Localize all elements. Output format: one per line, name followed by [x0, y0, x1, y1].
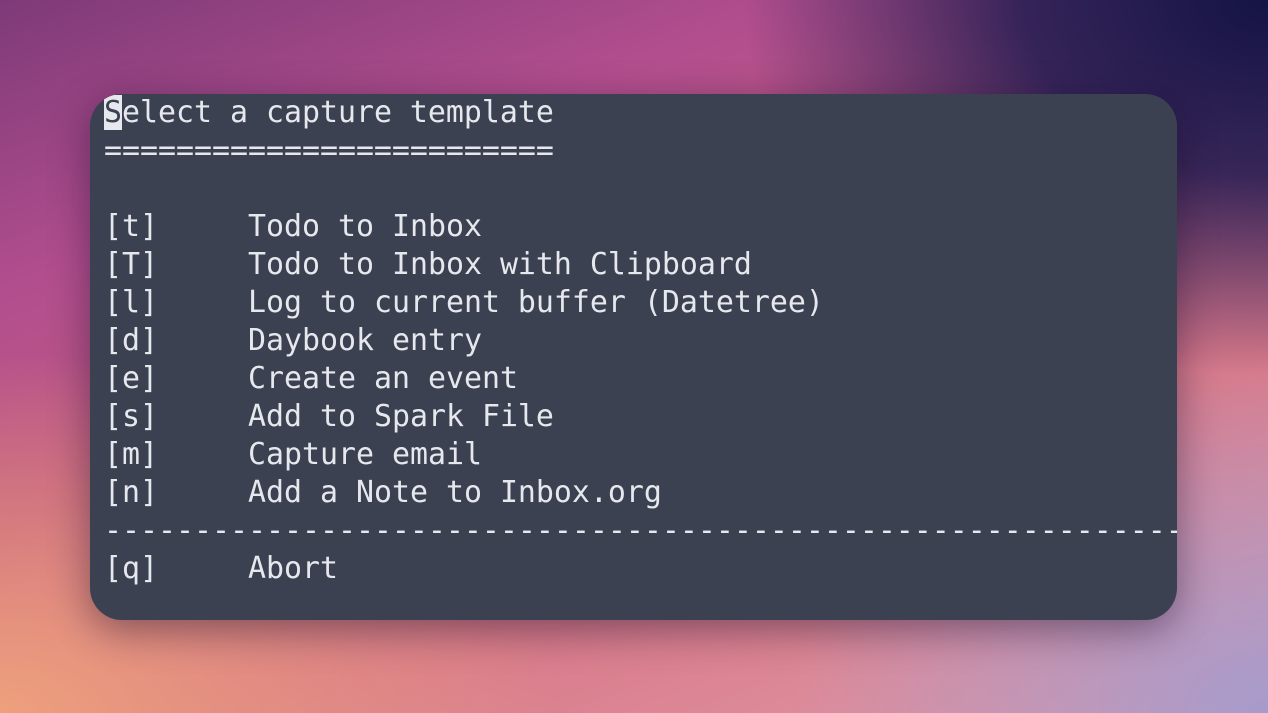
option-label: Abort	[248, 551, 338, 586]
option-label: Add a Note to Inbox.org	[248, 475, 662, 510]
template-option[interactable]: [t] Todo to Inbox	[104, 208, 1177, 246]
option-label: Todo to Inbox with Clipboard	[248, 247, 752, 282]
option-key: [l]	[104, 285, 158, 320]
separator: ----------------------------------------…	[104, 513, 1177, 548]
template-option[interactable]: [e] Create an event	[104, 360, 1177, 398]
option-key: [e]	[104, 361, 158, 396]
option-label: Create an event	[248, 361, 518, 396]
option-key: [T]	[104, 247, 158, 282]
template-option[interactable]: [m] Capture email	[104, 436, 1177, 474]
template-option[interactable]: [T] Todo to Inbox with Clipboard	[104, 246, 1177, 284]
option-key: [m]	[104, 437, 158, 472]
option-key: [t]	[104, 209, 158, 244]
option-key: [s]	[104, 399, 158, 434]
option-key: [d]	[104, 323, 158, 358]
option-label: Daybook entry	[248, 323, 482, 358]
option-label: Todo to Inbox	[248, 209, 482, 244]
template-option-abort[interactable]: [q] Abort	[104, 550, 1177, 588]
template-option[interactable]: [d] Daybook entry	[104, 322, 1177, 360]
option-key: [n]	[104, 475, 158, 510]
option-label: Add to Spark File	[248, 399, 554, 434]
option-label: Capture email	[248, 437, 482, 472]
template-option[interactable]: [s] Add to Spark File	[104, 398, 1177, 436]
template-option[interactable]: [l] Log to current buffer (Datetree)	[104, 284, 1177, 322]
text-cursor: S	[104, 95, 122, 130]
title-underline: =========================	[104, 133, 554, 168]
terminal-window: Select a capture template ==============…	[90, 94, 1177, 620]
capture-menu: Select a capture template ==============…	[104, 94, 1177, 588]
menu-title: Select a capture template	[104, 95, 554, 130]
option-key: [q]	[104, 551, 158, 586]
template-option[interactable]: [n] Add a Note to Inbox.org	[104, 474, 1177, 512]
option-label: Log to current buffer (Datetree)	[248, 285, 824, 320]
